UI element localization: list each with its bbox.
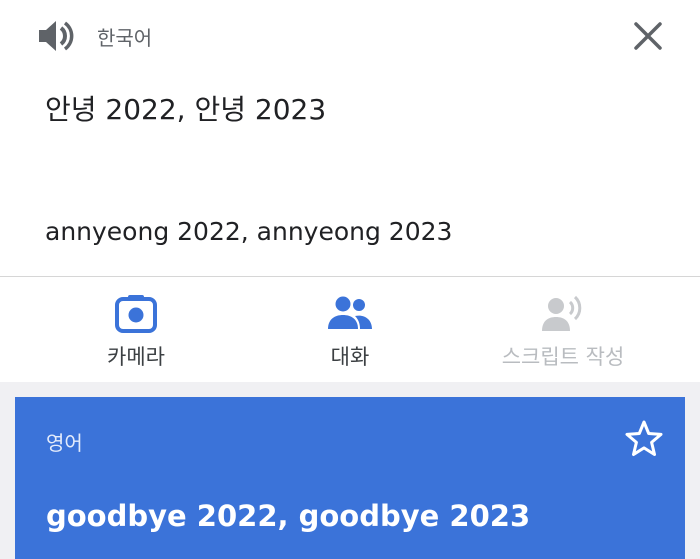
source-text[interactable]: 안녕 2022, 안녕 2023 — [45, 88, 326, 128]
source-panel: 한국어 안녕 2022, 안녕 2023 annyeong 2022, anny… — [0, 0, 700, 277]
conversation-button[interactable]: 대화 — [240, 277, 460, 382]
translation-result-card: 영어 goodbye 2022, goodbye 2023 — [15, 397, 685, 559]
romanization-text: annyeong 2022, annyeong 2023 — [45, 217, 453, 246]
people-icon — [328, 296, 372, 329]
star-outline-icon[interactable] — [624, 419, 664, 459]
transcribe-button[interactable]: 스크립트 작성 — [453, 277, 673, 382]
close-icon[interactable] — [630, 18, 666, 54]
camera-icon — [115, 295, 157, 333]
source-language-label[interactable]: 한국어 — [97, 22, 152, 51]
conversation-label: 대화 — [330, 345, 370, 369]
translation-text[interactable]: goodbye 2022, goodbye 2023 — [46, 499, 530, 533]
transcribe-label: 스크립트 작성 — [501, 345, 625, 369]
voice-transcribe-icon — [542, 295, 582, 331]
camera-label: 카메라 — [107, 345, 165, 369]
target-language-label: 영어 — [46, 431, 83, 455]
speaker-icon[interactable] — [37, 18, 75, 54]
input-mode-toolbar: 카메라 대화 스크립트 작성 — [0, 277, 700, 382]
camera-button[interactable]: 카메라 — [26, 277, 246, 382]
